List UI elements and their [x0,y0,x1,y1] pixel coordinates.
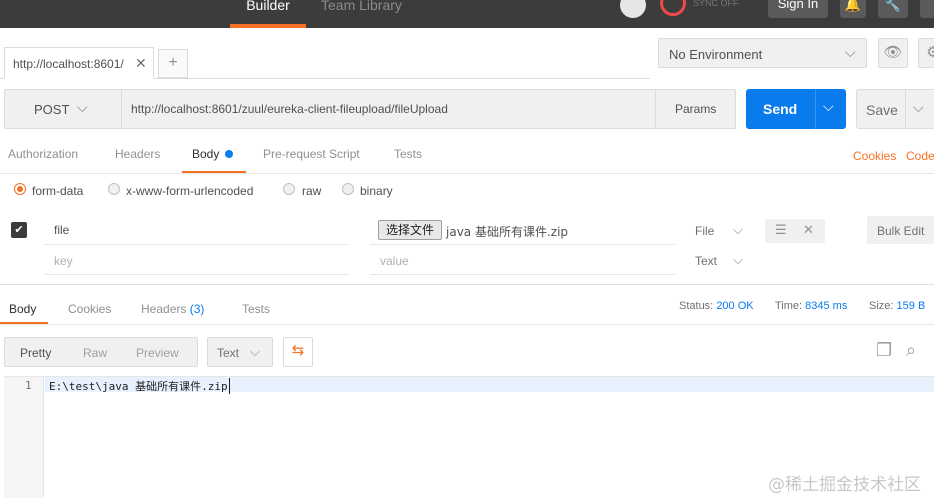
sync-status-label: SYNC OFF [693,0,739,8]
tab-tests[interactable]: Tests [394,147,422,161]
request-tab[interactable]: http://localhost:8601/ ✕ [4,47,154,79]
wrap-lines-icon[interactable]: ⇆ [283,337,313,367]
save-divider [905,90,906,128]
gear-icon[interactable]: ⚙ [918,38,934,68]
bulk-edit-label: Bulk Edit [877,224,925,238]
heart-icon[interactable] [920,0,934,18]
size-value: 159 B [896,300,926,312]
chevron-down-icon: ⌵ [845,44,856,60]
tab-team-library[interactable]: Team Library [321,0,402,28]
type-select[interactable]: Text [695,254,717,268]
environment-label: No Environment [669,47,763,62]
send-label: Send [763,101,798,117]
line-gutter: 1 [4,377,44,498]
bell-icon[interactable]: 🔔 [840,0,866,18]
response-tab-headers[interactable]: Headers (3) [141,302,204,316]
view-raw-button[interactable]: Raw [83,346,107,360]
radio-form-data[interactable] [14,183,26,195]
sign-in-button[interactable]: Sign In [768,0,828,18]
body-modified-dot [225,150,233,158]
status-value: 200 OK [716,300,754,312]
status-label: Status: [679,300,714,312]
environment-select[interactable]: No Environment ⌵ [658,38,867,68]
response-tab-tests[interactable]: Tests [242,302,270,316]
chevron-down-icon[interactable]: ⌵ [913,99,924,116]
chevron-down-icon[interactable]: ⌵ [77,99,88,116]
tab-authorization[interactable]: Authorization [8,147,78,161]
save-label: Save [866,102,898,118]
key-cell-border [44,244,349,245]
chevron-down-icon[interactable]: ⌵ [733,252,743,268]
new-value-input[interactable]: value [380,254,409,268]
chevron-down-icon[interactable]: ⌵ [733,222,743,238]
view-mode-group: Pretty Raw Preview [4,337,198,367]
wrench-icon[interactable]: 🔧 [878,0,908,18]
response-body-text[interactable]: E:\test\java 基础所有课件.zip [49,378,230,394]
url-input[interactable]: http://localhost:8601/zuul/eureka-client… [131,102,448,116]
type-select[interactable]: File [695,224,714,238]
response-tab-cookies[interactable]: Cookies [68,302,111,316]
format-label: Text [217,346,240,360]
view-preview-button[interactable]: Preview [136,346,179,360]
radio-binary-label[interactable]: binary [360,184,393,198]
value-cell-border [370,274,675,275]
view-pretty-button[interactable]: Pretty [20,346,51,360]
search-icon[interactable]: ⌕ [906,340,916,361]
response-tabs-divider [0,324,934,325]
tab-headers[interactable]: Headers [115,147,160,161]
tab-prerequest-script[interactable]: Pre-request Script [263,147,360,161]
choose-file-button[interactable]: 选择文件 [378,220,442,240]
watermark-text: @稀土掘金技术社区 [768,475,921,495]
time-value: 8345 ms [805,300,848,312]
eye-icon[interactable]: 👁 [878,38,908,68]
params-button[interactable]: Params [675,102,716,116]
cookies-link[interactable]: Cookies [853,149,896,163]
new-tab-button[interactable]: + [158,49,188,78]
subtabs-divider [0,173,934,174]
line-number: 1 [25,379,32,392]
radio-raw[interactable] [283,183,295,195]
code-link[interactable]: Code [906,149,934,163]
response-separator [0,284,934,285]
selected-file-name: java 基础所有课件.zip [446,225,569,239]
time-readout: Time: 8345 ms [775,300,847,312]
method-divider [121,90,122,128]
bulk-edit-button[interactable]: Bulk Edit [867,216,934,244]
chevron-down-icon: ⌵ [250,344,260,359]
copy-icon[interactable]: ❐ [876,340,892,361]
send-button[interactable]: Send ⌵ [746,89,846,129]
key-input[interactable]: file [54,223,69,237]
response-headers-count: (3) [189,302,205,316]
row-actions: ☰ ✕ [765,219,825,243]
request-tab-label: http://localhost:8601/ [13,57,124,71]
key-cell-border [44,274,349,275]
row-enabled-checkbox[interactable]: ✔ [11,222,27,238]
url-bar: POST ⌵ http://localhost:8601/zuul/eureka… [4,89,736,129]
chevron-down-icon[interactable]: ⌵ [823,98,834,115]
send-divider [815,89,816,129]
time-label: Time: [775,300,803,312]
params-divider [655,90,656,128]
radio-urlencoded[interactable] [108,183,120,195]
status-readout: Status: 200 OK [679,300,754,312]
response-headers-label: Headers [141,302,187,316]
new-key-input[interactable]: key [54,254,73,268]
close-icon[interactable]: ✕ [803,222,814,238]
save-button[interactable]: Save ⌵ [856,89,934,129]
close-icon[interactable]: ✕ [135,55,147,72]
radio-binary[interactable] [342,183,354,195]
radio-urlencoded-label[interactable]: x-www-form-urlencoded [126,184,253,198]
radio-form-data-label[interactable]: form-data [32,184,83,198]
size-label: Size: [869,300,894,312]
radio-raw-label[interactable]: raw [302,184,321,198]
response-tab-body[interactable]: Body [9,302,36,316]
builder-tab-underline [230,24,306,28]
value-cell-border [370,244,675,245]
tab-body[interactable]: Body [192,147,219,161]
size-readout: Size: 159 B [869,300,925,312]
format-select[interactable]: Text ⌵ [207,337,273,367]
method-select[interactable]: POST [34,102,69,117]
drag-handle-icon[interactable]: ☰ [775,222,787,238]
